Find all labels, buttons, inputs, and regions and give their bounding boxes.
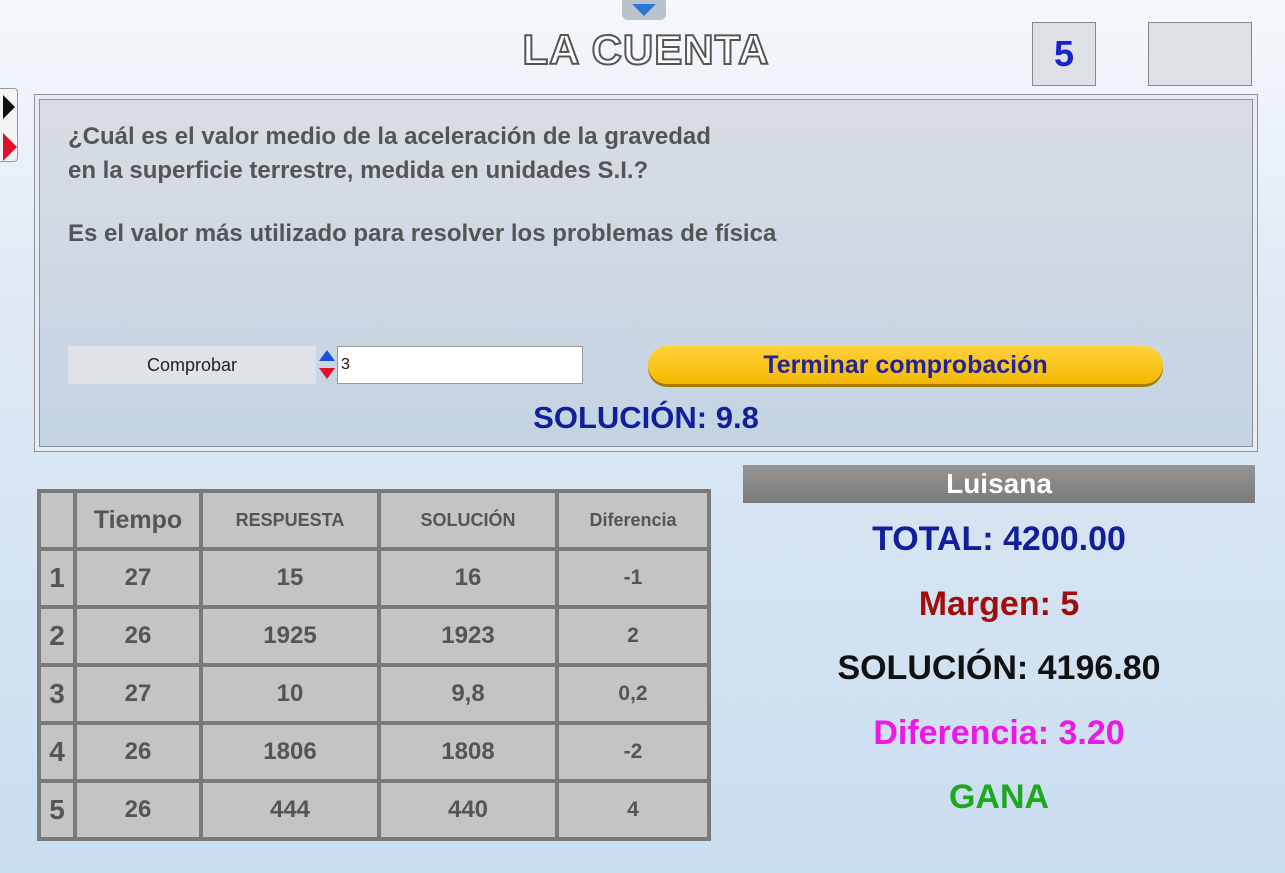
table-row: 3 27 10 9,8 0,2	[41, 667, 707, 721]
row-time: 26	[77, 725, 199, 779]
decrement-icon[interactable]	[319, 368, 335, 379]
row-index: 4	[41, 725, 73, 779]
row-difference: 4	[559, 783, 707, 837]
table-row: 4 26 1806 1808 -2	[41, 725, 707, 779]
check-button[interactable]: Comprobar	[68, 346, 316, 384]
row-answer: 10	[203, 667, 377, 721]
row-difference: 2	[559, 609, 707, 663]
row-answer: 15	[203, 551, 377, 605]
player-difference: Diferencia: 3.20	[873, 714, 1125, 752]
table-header-row: Tiempo RESPUESTA SOLUCIÓN Diferencia	[41, 493, 707, 547]
player-margin: Margen: 5	[918, 585, 1080, 623]
row-difference: 0,2	[559, 667, 707, 721]
row-answer: 444	[203, 783, 377, 837]
table-row: 5 26 444 440 4	[41, 783, 707, 837]
round-counter: 5	[1032, 22, 1096, 86]
row-solution: 9,8	[381, 667, 555, 721]
side-controls[interactable]	[0, 88, 18, 162]
top-menu-toggle[interactable]	[622, 0, 666, 20]
row-time: 27	[77, 667, 199, 721]
row-difference: -1	[559, 551, 707, 605]
row-index: 3	[41, 667, 73, 721]
player-solution: SOLUCIÓN: 4196.80	[837, 649, 1161, 687]
row-solution: 16	[381, 551, 555, 605]
question-panel: ¿Cuál es el valor medio de la aceleració…	[34, 94, 1258, 452]
play-icon[interactable]	[3, 95, 15, 119]
row-time: 26	[77, 609, 199, 663]
answer-input[interactable]	[337, 346, 583, 384]
player-name: Luisana	[743, 465, 1255, 503]
column-header-difference: Diferencia	[559, 493, 707, 547]
column-header-index	[41, 493, 73, 547]
question-solution: SOLUCIÓN: 9.8	[533, 400, 759, 435]
row-index: 1	[41, 551, 73, 605]
row-answer: 1925	[203, 609, 377, 663]
column-header-time: Tiempo	[77, 493, 199, 547]
player-total: TOTAL: 4200.00	[872, 520, 1126, 558]
answer-stepper[interactable]	[317, 348, 337, 384]
row-difference: -2	[559, 725, 707, 779]
finish-check-button[interactable]: Terminar comprobación	[648, 346, 1163, 384]
question-hint: Es el valor más utilizado para resolver …	[68, 220, 777, 247]
rounds-table: Tiempo RESPUESTA SOLUCIÓN Diferencia 1 2…	[37, 489, 711, 841]
column-header-answer: RESPUESTA	[203, 493, 377, 547]
row-index: 2	[41, 609, 73, 663]
column-header-solution: SOLUCIÓN	[381, 493, 555, 547]
table-row: 1 27 15 16 -1	[41, 551, 707, 605]
row-time: 26	[77, 783, 199, 837]
play-red-icon[interactable]	[3, 133, 17, 161]
row-time: 27	[77, 551, 199, 605]
row-solution: 440	[381, 783, 555, 837]
chevron-down-icon	[632, 4, 656, 16]
question-text: ¿Cuál es el valor medio de la aceleració…	[68, 123, 711, 184]
row-index: 5	[41, 783, 73, 837]
row-solution: 1923	[381, 609, 555, 663]
table-row: 2 26 1925 1923 2	[41, 609, 707, 663]
blank-display-box	[1148, 22, 1252, 86]
row-answer: 1806	[203, 725, 377, 779]
question-panel-inner: ¿Cuál es el valor medio de la aceleració…	[39, 99, 1253, 447]
row-solution: 1808	[381, 725, 555, 779]
increment-icon[interactable]	[319, 350, 335, 361]
player-result: GANA	[948, 778, 1050, 816]
